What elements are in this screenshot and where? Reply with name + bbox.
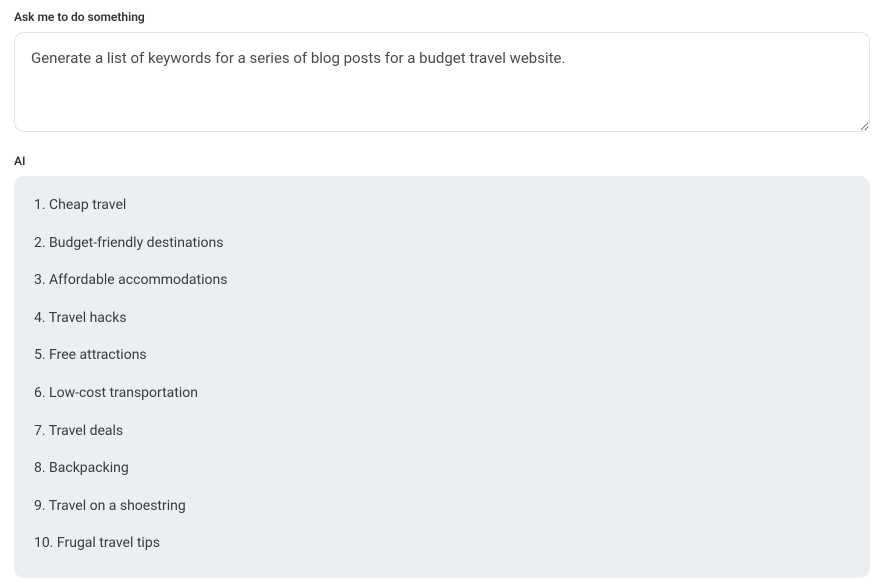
list-item: Low-cost transportation <box>34 384 850 404</box>
response-list: Cheap travel Budget-friendly destination… <box>34 196 850 554</box>
prompt-label: Ask me to do something <box>14 10 870 24</box>
list-item: Backpacking <box>34 459 850 479</box>
list-item: Frugal travel tips <box>34 534 850 554</box>
list-item: Budget-friendly destinations <box>34 234 850 254</box>
prompt-input[interactable] <box>14 32 870 132</box>
list-item: Cheap travel <box>34 196 850 216</box>
response-box: Cheap travel Budget-friendly destination… <box>14 176 870 578</box>
list-item: Travel deals <box>34 422 850 442</box>
list-item: Affordable accommodations <box>34 271 850 291</box>
list-item: Travel hacks <box>34 309 850 329</box>
response-label: AI <box>14 154 870 168</box>
response-section: AI Cheap travel Budget-friendly destinat… <box>14 154 870 578</box>
list-item: Free attractions <box>34 346 850 366</box>
prompt-section: Ask me to do something <box>14 10 870 136</box>
